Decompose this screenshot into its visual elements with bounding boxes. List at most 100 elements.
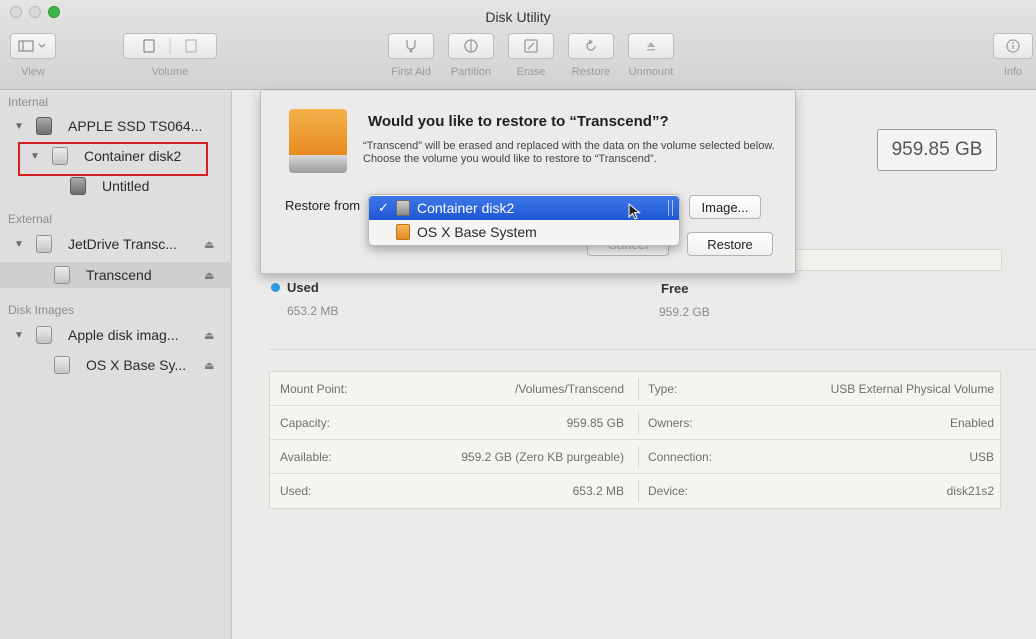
restore-button[interactable]: Restore — [687, 232, 773, 256]
unmount-label: Unmount — [628, 66, 674, 78]
first-aid-button[interactable] — [388, 33, 434, 59]
sidebar-item-label: APPLE SSD TS064... — [68, 118, 203, 134]
info-value: /Volumes/Transcend — [515, 382, 624, 396]
sidebar-item-apple-ssd[interactable]: ▼ APPLE SSD TS064... — [0, 113, 232, 139]
info-row: Available: 959.2 GB (Zero KB purgeable) … — [270, 440, 1000, 474]
info-value: USB — [969, 450, 994, 464]
sidebar-section-disk-images: Disk Images — [8, 303, 75, 317]
sidebar-item-label: Apple disk imag... — [68, 327, 179, 343]
info-key: Connection: — [648, 450, 713, 464]
info-value: 959.2 GB (Zero KB purgeable) — [461, 450, 624, 464]
sidebar-item-os-x-base-system[interactable]: OS X Base Sy... ⏏ — [0, 352, 232, 378]
used-legend-value: 653.2 MB — [287, 304, 339, 318]
info-key: Type: — [648, 382, 678, 396]
container-disk-icon — [396, 200, 410, 216]
restore-toolbar-button[interactable] — [568, 33, 614, 59]
sidebar-item-jetdrive[interactable]: ▼ JetDrive Transc... ⏏ — [0, 231, 232, 257]
section-divider — [269, 349, 1036, 350]
info-icon — [1006, 39, 1020, 53]
volume-button-group[interactable] — [123, 33, 217, 59]
disclosure-triangle-icon[interactable]: ▼ — [14, 330, 24, 341]
sidebar-item-untitled[interactable]: Untitled — [0, 173, 232, 199]
sidebar: Internal ▼ APPLE SSD TS064... ▼ Containe… — [0, 91, 232, 639]
info-value: disk21s2 — [946, 484, 994, 498]
sheet-title: Would you like to restore to “Transcend”… — [368, 113, 669, 130]
sheet-message: “Transcend” will be erased and replaced … — [363, 140, 775, 165]
image-button[interactable]: Image... — [689, 195, 761, 219]
info-key: Used: — [280, 484, 312, 498]
first-aid-label: First Aid — [391, 66, 431, 78]
info-separator — [638, 480, 639, 502]
external-drive-icon — [289, 109, 347, 175]
restore-from-label: Restore from — [285, 198, 361, 213]
used-legend-dot — [271, 283, 280, 292]
volume-label: Volume — [151, 66, 189, 78]
sidebar-view-icon — [18, 40, 46, 52]
sidebar-item-apple-disk-image[interactable]: ▼ Apple disk imag... ⏏ — [0, 322, 232, 348]
eject-icon[interactable]: ⏏ — [204, 238, 214, 251]
external-volume-icon — [396, 224, 410, 240]
info-key: Capacity: — [280, 416, 331, 430]
sidebar-item-label: Transcend — [86, 267, 152, 283]
drive-body — [289, 109, 347, 155]
mouse-pointer-icon — [628, 203, 641, 220]
info-key: Mount Point: — [280, 382, 348, 396]
internal-disk-icon — [36, 117, 52, 135]
restore-sheet: Would you like to restore to “Transcend”… — [260, 91, 796, 274]
restore-arrow-icon — [586, 39, 596, 51]
info-value: 653.2 MB — [572, 484, 624, 498]
info-row: Capacity: 959.85 GB Owners: Enabled — [270, 406, 1000, 440]
unmount-button[interactable] — [628, 33, 674, 59]
dropdown-option-os-x-base-system[interactable]: OS X Base System — [369, 220, 679, 244]
erase-label: Erase — [516, 66, 546, 78]
volume-add-remove-icon — [143, 38, 197, 54]
partition-pie-icon — [464, 39, 478, 53]
window-title: Disk Utility — [485, 9, 551, 25]
highlight-box-annotation — [18, 142, 208, 176]
eject-icon[interactable]: ⏏ — [204, 329, 214, 342]
info-key: Owners: — [648, 416, 693, 430]
restore-toolbar-label: Restore — [571, 66, 611, 78]
checkmark-icon: ✓ — [378, 200, 389, 215]
volume-info-table: Mount Point: /Volumes/Transcend Type: US… — [269, 371, 1001, 509]
info-key: Available: — [280, 450, 332, 464]
sidebar-section-internal: Internal — [8, 95, 49, 109]
sidebar-item-label: OS X Base Sy... — [86, 357, 187, 373]
disk-image-icon — [36, 326, 52, 344]
external-volume-icon — [54, 266, 70, 284]
drive-base — [289, 155, 347, 173]
disclosure-triangle-icon[interactable]: ▼ — [14, 121, 24, 132]
info-button[interactable] — [993, 33, 1033, 59]
free-legend-value: 959.2 GB — [659, 305, 710, 319]
popup-stepper-icon — [668, 200, 673, 216]
view-label: View — [21, 66, 45, 78]
toolbar: Disk Utility View Volume First Aid Parti… — [0, 0, 1036, 90]
eject-icon[interactable]: ⏏ — [204, 269, 214, 282]
sidebar-item-transcend[interactable]: Transcend ⏏ — [0, 262, 232, 288]
capacity-display: 959.85 GB — [877, 129, 997, 171]
info-separator — [638, 412, 639, 434]
used-legend-title: Used — [287, 280, 319, 295]
info-separator — [638, 378, 639, 400]
dropdown-option-label: Container disk2 — [417, 200, 515, 216]
disclosure-triangle-icon[interactable]: ▼ — [14, 239, 24, 250]
erase-button[interactable] — [508, 33, 554, 59]
sidebar-item-label: JetDrive Transc... — [68, 236, 177, 252]
external-disk-icon — [36, 235, 52, 253]
info-value: USB External Physical Volume — [830, 382, 994, 396]
partition-label: Partition — [450, 66, 492, 78]
dropdown-option-label: OS X Base System — [417, 224, 537, 240]
info-key: Device: — [648, 484, 689, 498]
view-button[interactable] — [10, 33, 56, 59]
stethoscope-icon — [406, 40, 416, 53]
free-legend-title: Free — [661, 281, 689, 296]
eject-icon[interactable]: ⏏ — [204, 359, 214, 372]
info-separator — [638, 446, 639, 468]
partition-button[interactable] — [448, 33, 494, 59]
info-row: Used: 653.2 MB Device: disk21s2 — [270, 474, 1000, 508]
disk-image-volume-icon — [54, 356, 70, 374]
erase-disk-icon — [524, 39, 538, 53]
volume-icon — [70, 177, 86, 195]
sidebar-section-external: External — [8, 212, 53, 226]
info-value: 959.85 GB — [566, 416, 624, 430]
